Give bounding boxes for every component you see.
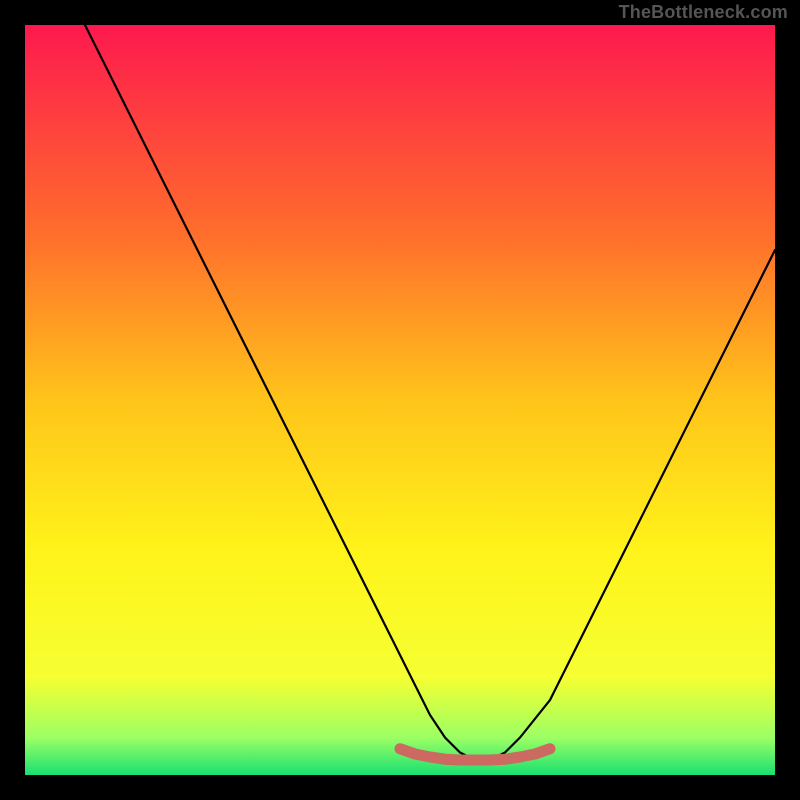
chart-svg	[25, 25, 775, 775]
chart-frame: TheBottleneck.com	[0, 0, 800, 800]
background-gradient	[25, 25, 775, 775]
watermark-text: TheBottleneck.com	[619, 2, 788, 23]
plot-area	[25, 25, 775, 775]
